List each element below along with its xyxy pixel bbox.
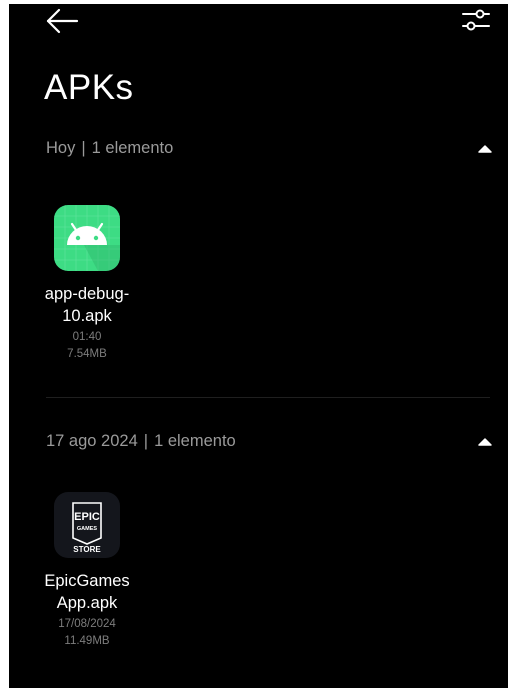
file-manager-screen: APKs Hoy | 1 elemento app-debug- 10.apk … <box>9 4 508 688</box>
file-time: 01:40 <box>72 331 102 343</box>
file-size: 11.49MB <box>64 635 110 647</box>
epic-games-store-icon: EPIC GAMES STORE <box>54 492 120 558</box>
collapse-button[interactable] <box>474 434 496 450</box>
section-count: 1 elemento <box>154 432 236 450</box>
file-item-app-debug[interactable]: app-debug- 10.apk 01:40 7.54MB <box>22 205 152 363</box>
section-separator: | <box>81 139 86 157</box>
triangle-up-icon <box>478 438 492 446</box>
filter-button[interactable] <box>461 6 491 34</box>
page-title: APKs <box>44 68 134 107</box>
file-name-line1: app-debug- <box>44 285 130 303</box>
collapse-button[interactable] <box>474 141 496 157</box>
file-name: EpicGames App.apk <box>22 570 152 614</box>
epic-logo-middle: GAMES <box>77 526 98 532</box>
file-size: 7.54MB <box>67 348 107 360</box>
triangle-up-icon <box>478 145 492 153</box>
section-label: 17 ago 2024 | 1 elemento <box>46 432 236 451</box>
arrow-left-icon <box>46 8 79 34</box>
section-header-today[interactable]: Hoy | 1 elemento <box>46 139 496 163</box>
section-header-17-ago-2024[interactable]: 17 ago 2024 | 1 elemento <box>46 432 496 456</box>
section-label: Hoy | 1 elemento <box>46 139 173 158</box>
section-date: Hoy <box>46 139 76 157</box>
top-bar <box>9 4 508 38</box>
file-name-line1: EpicGames <box>44 572 130 590</box>
file-name-line2: 10.apk <box>62 307 112 325</box>
epic-logo-bottom: STORE <box>73 545 101 554</box>
file-time: 17/08/2024 <box>58 618 116 630</box>
file-name-line2: App.apk <box>56 594 118 612</box>
back-button[interactable] <box>45 8 79 34</box>
file-name: app-debug- 10.apk <box>22 283 152 327</box>
section-date: 17 ago 2024 <box>46 432 138 450</box>
epic-logo-top: EPIC <box>74 511 100 523</box>
section-divider <box>46 397 490 398</box>
file-item-epicgames[interactable]: EPIC GAMES STORE EpicGames App.apk 17/08… <box>22 492 152 650</box>
android-apk-icon <box>54 205 120 271</box>
sliders-icon <box>462 9 490 31</box>
section-count: 1 elemento <box>91 139 174 157</box>
section-separator: | <box>143 432 149 450</box>
